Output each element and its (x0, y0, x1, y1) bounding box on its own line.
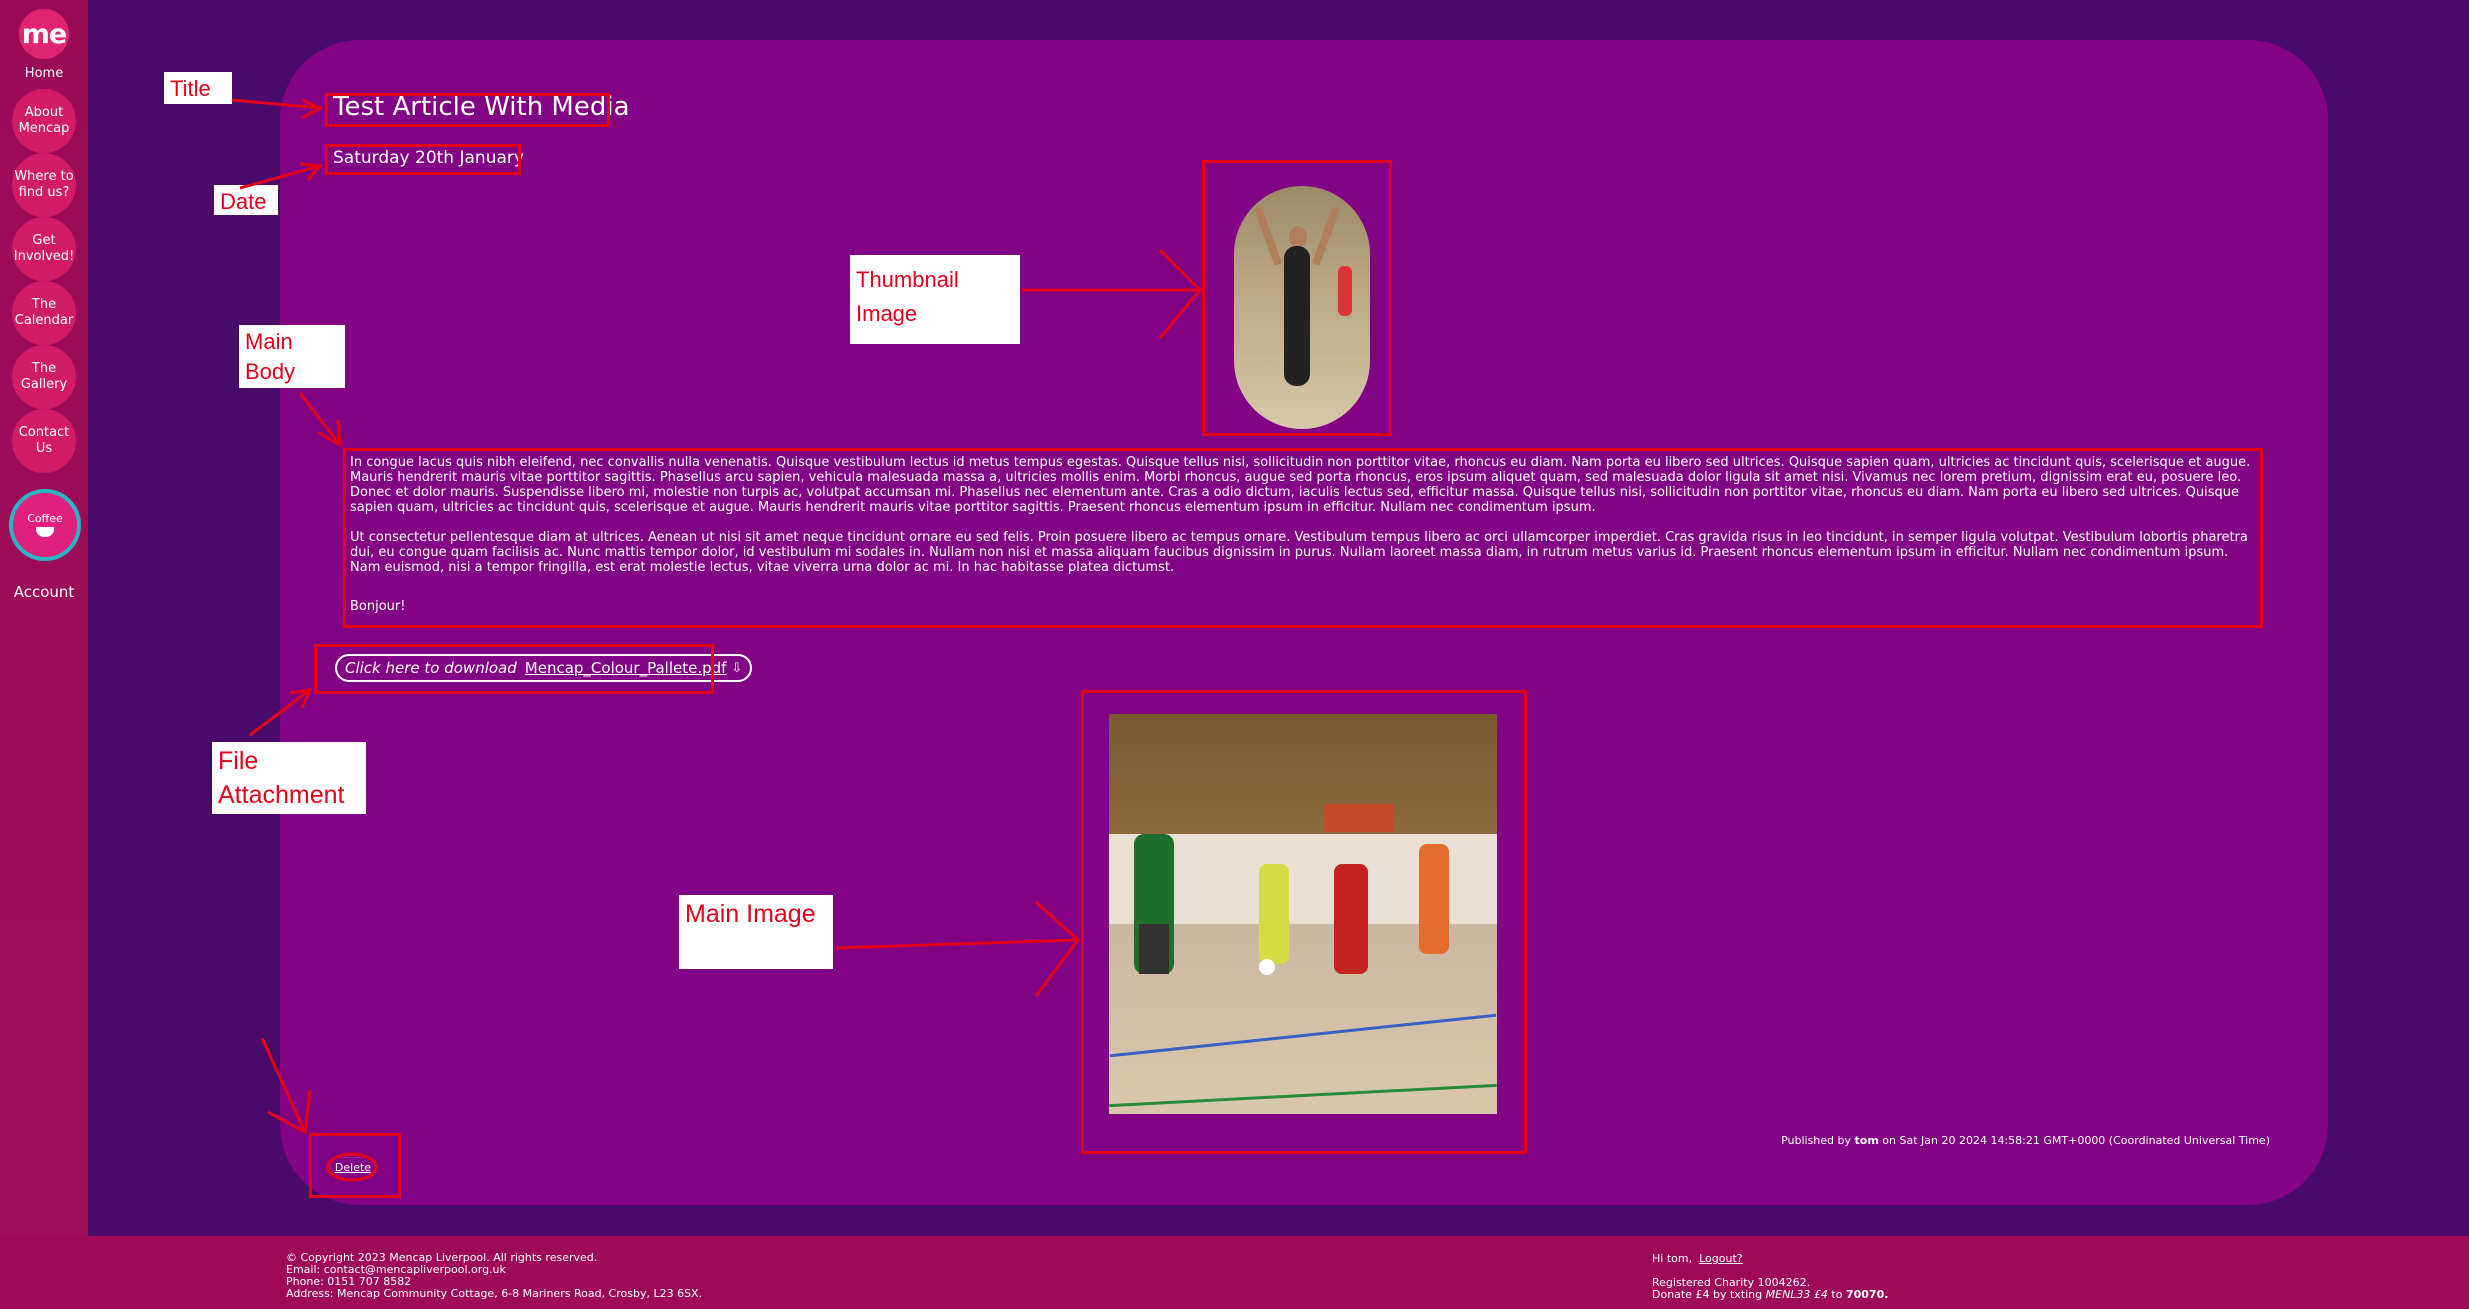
account-link[interactable]: Account (0, 583, 88, 601)
main-image-annotation-box (1081, 690, 1527, 1154)
file-annotation-box (314, 644, 714, 694)
coffee-cup-icon (36, 527, 54, 537)
main-image-annotation-label: Main Image (679, 895, 833, 969)
title-annotation-box (325, 93, 610, 127)
thumbnail-annotation-label: Thumbnail Image (850, 255, 1020, 344)
logout-link[interactable]: Logout? (1699, 1252, 1743, 1265)
mencap-logo[interactable]: me (19, 9, 69, 59)
delete-annotation-box (309, 1133, 401, 1198)
download-icon: ⇩ (731, 660, 743, 676)
home-link[interactable]: Home (0, 66, 88, 81)
file-attachment-annotation-label: File Attachment (212, 742, 366, 814)
coffee-badge[interactable]: Coffee (9, 489, 81, 561)
footer-donate: Donate £4 by txting MENL33 £4 to 70070. (1652, 1288, 1889, 1301)
published-author: tom (1854, 1134, 1879, 1147)
thumbnail-annotation-box (1202, 160, 1392, 436)
footer-contact: © Copyright 2023 Mencap Liverpool. All r… (286, 1252, 702, 1300)
title-annotation-label: Title (164, 72, 232, 104)
nav-where-to-find-us[interactable]: Where to find us? (12, 153, 76, 217)
footer-account: Hi tom, Logout? Registered Charity 10042… (1652, 1253, 1888, 1301)
main-body-annotation-label: Main Body (239, 325, 345, 388)
date-annotation-box (325, 144, 521, 175)
footer-address: Address: Mencap Community Cottage, 6-8 M… (286, 1287, 703, 1300)
date-annotation-label: Date (214, 185, 278, 215)
coffee-badge-label: Coffee (27, 512, 63, 525)
body-annotation-box (343, 448, 2263, 628)
nav-about-mencap[interactable]: About Mencap (12, 89, 76, 153)
sidebar: me Home About Mencap Where to find us? G… (0, 0, 88, 1236)
site-footer: © Copyright 2023 Mencap Liverpool. All r… (0, 1236, 2469, 1309)
nav-the-calendar[interactable]: The Calendar (12, 281, 76, 345)
published-info: Published by tom on Sat Jan 20 2024 14:5… (1781, 1134, 2270, 1147)
nav-the-gallery[interactable]: The Gallery (12, 345, 76, 409)
nav-contact-us[interactable]: Contact Us (12, 409, 76, 473)
nav-get-involved[interactable]: Get Involved! (12, 217, 76, 281)
footer-greeting: Hi tom, (1652, 1252, 1693, 1265)
